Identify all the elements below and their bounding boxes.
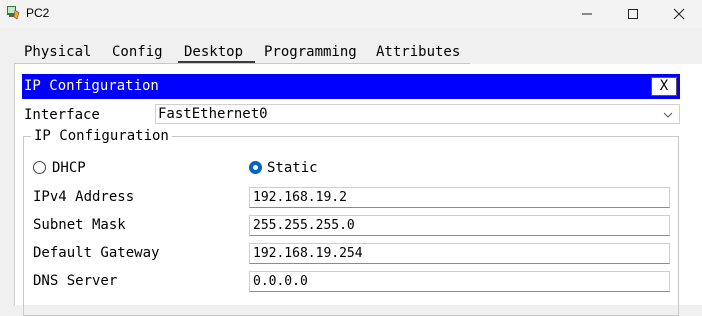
gateway-input[interactable] bbox=[253, 246, 663, 261]
dhcp-radio[interactable] bbox=[33, 161, 46, 174]
chevron-down-icon bbox=[663, 112, 673, 118]
dhcp-label[interactable]: DHCP bbox=[52, 160, 86, 176]
ip-config-header: IP Configuration X bbox=[22, 74, 680, 99]
static-label[interactable]: Static bbox=[267, 160, 318, 176]
window-title: PC2 bbox=[26, 6, 50, 20]
subnet-label: Subnet Mask bbox=[33, 217, 126, 233]
ip-config-group-title: IP Configuration bbox=[31, 128, 172, 144]
interface-value: FastEthernet0 bbox=[158, 106, 268, 122]
app-icon bbox=[7, 6, 20, 20]
close-icon bbox=[673, 8, 685, 20]
maximize-button[interactable] bbox=[610, 0, 656, 28]
gateway-label: Default Gateway bbox=[33, 245, 160, 261]
close-config-button[interactable]: X bbox=[651, 77, 677, 96]
static-radio[interactable] bbox=[249, 161, 262, 174]
close-button[interactable] bbox=[656, 0, 702, 28]
interface-label: Interface bbox=[24, 107, 100, 123]
ipv4-field[interactable] bbox=[249, 187, 670, 208]
tab-attributes[interactable]: Attributes bbox=[376, 44, 460, 60]
dns-label: DNS Server bbox=[33, 273, 118, 289]
tab-programming[interactable]: Programming bbox=[264, 44, 357, 60]
maximize-icon bbox=[628, 9, 638, 19]
tab-desktop[interactable]: Desktop bbox=[178, 44, 256, 63]
subnet-input[interactable] bbox=[253, 218, 663, 233]
subnet-field[interactable] bbox=[249, 215, 670, 236]
ipv4-input[interactable] bbox=[253, 190, 663, 205]
dns-input[interactable] bbox=[253, 274, 663, 289]
ipv4-label: IPv4 Address bbox=[33, 189, 135, 205]
title-bar: PC2 bbox=[0, 0, 702, 28]
minimize-button[interactable] bbox=[564, 0, 610, 28]
interface-select[interactable]: FastEthernet0 bbox=[155, 104, 680, 124]
dns-field[interactable] bbox=[249, 271, 670, 292]
minimize-icon bbox=[582, 13, 592, 15]
tab-config[interactable]: Config bbox=[112, 44, 163, 60]
gateway-field[interactable] bbox=[249, 243, 670, 264]
ip-config-header-title: IP Configuration bbox=[24, 78, 159, 94]
tab-bar: Physical Config Desktop Programming Attr… bbox=[0, 34, 702, 64]
tab-physical[interactable]: Physical bbox=[24, 44, 91, 60]
